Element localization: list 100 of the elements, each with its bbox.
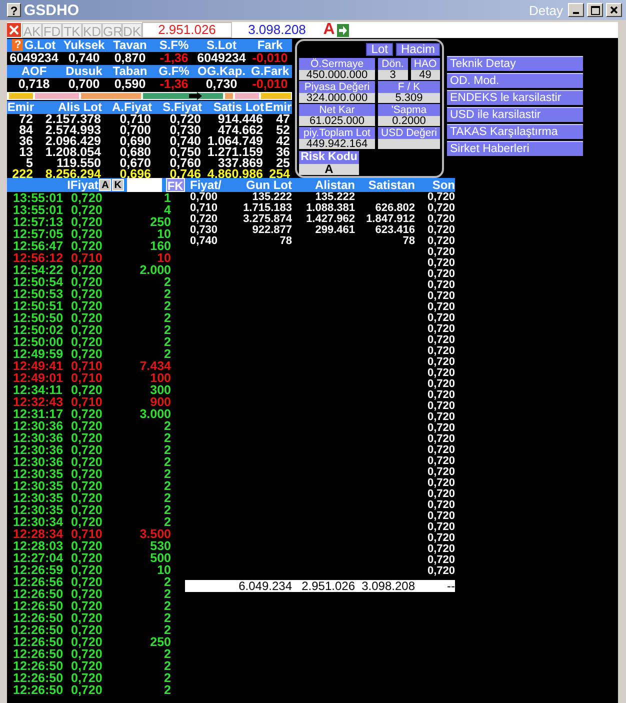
trade-time: 12:26:50 <box>12 684 64 696</box>
table-cell-text: 2.096.429 <box>44 136 102 147</box>
table-cell-text: 0,720 <box>426 324 455 335</box>
stat-value: 6049234 <box>196 52 247 64</box>
trade-time: 12:30:36 <box>12 456 64 468</box>
filter-button[interactable]: FK <box>166 178 185 192</box>
table-cell-text: 1.847.912 <box>365 214 415 225</box>
table-cell-text: 0,720 <box>426 313 455 324</box>
maximize-button[interactable] <box>587 3 603 17</box>
trade-volume: 2 <box>163 624 171 636</box>
total-value: 6.049.234 <box>238 580 292 592</box>
trade-time: 12:56:12 <box>12 252 64 264</box>
table-cell-text: 0,720 <box>426 401 455 412</box>
toggle-button[interactable]: Hacim <box>396 43 440 56</box>
trade-price: 0,720 <box>71 276 104 288</box>
minimize-button[interactable] <box>568 3 584 17</box>
filter-button[interactable]: K <box>112 179 124 191</box>
table-cell-text: 0,746 <box>168 169 201 180</box>
trade-volume: 250 <box>149 216 171 228</box>
table-cell-text: 0,720 <box>426 247 455 258</box>
column-header: Taban <box>112 65 148 78</box>
stat-value: -1,36 <box>158 52 190 64</box>
close-button[interactable] <box>606 3 622 17</box>
menu-link[interactable]: OD. Mod. <box>447 73 583 88</box>
trade-volume: 900 <box>149 396 171 408</box>
trade-price: 0,720 <box>71 600 104 612</box>
menu-link[interactable]: TAKAS Karşılaştırma <box>447 124 583 139</box>
menu-link[interactable]: ENDEKS le karsilastir <box>447 90 583 105</box>
field-label: Risk Kodu <box>299 151 359 164</box>
help-button[interactable]: ? <box>12 39 24 51</box>
column-header: Alistan <box>314 178 355 192</box>
trade-price: 0,720 <box>71 408 104 420</box>
column-header: Yuksek <box>62 39 106 52</box>
trade-price: 0,710 <box>71 528 104 540</box>
filter-button[interactable]: A <box>99 179 112 191</box>
arrow-icon[interactable] <box>337 24 349 36</box>
menu-link[interactable]: Teknik Detay <box>447 56 583 71</box>
trade-time: 12:30:35 <box>12 492 64 504</box>
toggle-button[interactable]: Lot <box>366 43 393 56</box>
trade-price: 0,720 <box>71 636 104 648</box>
trade-volume: 530 <box>149 540 171 552</box>
trade-volume: 2 <box>163 588 171 600</box>
trade-time: 12:30:35 <box>12 480 64 492</box>
trade-volume: 2 <box>163 684 171 696</box>
menu-link[interactable]: Sirket Haberleri <box>447 141 583 156</box>
flag-label: A <box>322 23 336 37</box>
trade-price: 0,720 <box>71 444 104 456</box>
close-icon[interactable] <box>7 23 21 37</box>
input-field[interactable] <box>126 178 162 192</box>
trade-time: 12:31:17 <box>12 408 64 420</box>
table-cell-text: 72 <box>18 114 34 125</box>
table-cell-text: 1.271.159 <box>206 147 264 158</box>
trade-time: 12:26:50 <box>12 624 64 636</box>
table-cell-text: 1.088.381 <box>305 203 355 214</box>
trade-price: 0,720 <box>71 480 104 492</box>
stat-value: 0,740 <box>67 52 101 64</box>
menu-link[interactable]: USD ile karsilastir <box>447 107 583 122</box>
trade-volume: 2 <box>163 672 171 684</box>
trade-volume: 2 <box>163 456 171 468</box>
stat-value: 6049234 <box>8 52 60 64</box>
table-cell-text: 0,720 <box>426 346 455 357</box>
table-cell-text: 0,720 <box>426 522 455 533</box>
table-cell-text: 42 <box>275 136 291 147</box>
trade-price: 0,720 <box>71 492 104 504</box>
field-label: piy.Toplam Lot <box>299 127 375 139</box>
trade-price: 0,720 <box>71 456 104 468</box>
trade-volume: 2 <box>163 276 171 288</box>
trade-price: 0,720 <box>71 684 104 696</box>
help-button[interactable]: ? <box>7 3 21 17</box>
trade-price: 0,720 <box>71 264 104 276</box>
field-value: 450.000.000 <box>299 70 375 80</box>
trade-time: 12:26:50 <box>12 672 64 684</box>
table-cell-text: 0,710 <box>189 203 219 214</box>
trade-time: 12:50:53 <box>12 288 64 300</box>
column-header: Son <box>431 178 455 192</box>
window-caption: Detay <box>529 2 563 18</box>
trade-volume: 4 <box>163 204 171 216</box>
trade-price: 0,720 <box>71 384 104 396</box>
window-title: GSDHO <box>24 2 80 18</box>
stat-value: -0,010 <box>251 52 289 64</box>
table-cell-text: 0,720 <box>426 291 455 302</box>
table-cell-text: 0,680 <box>118 147 152 158</box>
trade-price: 0,720 <box>71 204 104 216</box>
trade-volume: 7.434 <box>138 360 171 372</box>
trade-time: 12:50:02 <box>12 324 64 336</box>
trade-price: 0,710 <box>71 396 104 408</box>
column-header: Dusuk <box>64 65 104 78</box>
field-label: USD Değeri <box>378 127 440 139</box>
table-cell-text: 8.256.294 <box>44 169 102 180</box>
trade-price: 0,720 <box>71 648 104 660</box>
column-header: ? G.Lot <box>11 39 57 52</box>
table-cell-text: 623.416 <box>374 225 415 236</box>
column-header: Fark <box>256 39 284 52</box>
table-cell-text: 914.446 <box>216 114 264 125</box>
table-cell-text: 0,760 <box>168 158 202 169</box>
trade-price: 0,720 <box>71 228 104 240</box>
field-label: HAO <box>410 58 440 70</box>
table-cell-text: 1.208.054 <box>44 147 102 158</box>
table-cell-text: 0,700 <box>189 192 218 203</box>
trade-time: 12:30:36 <box>12 432 64 444</box>
